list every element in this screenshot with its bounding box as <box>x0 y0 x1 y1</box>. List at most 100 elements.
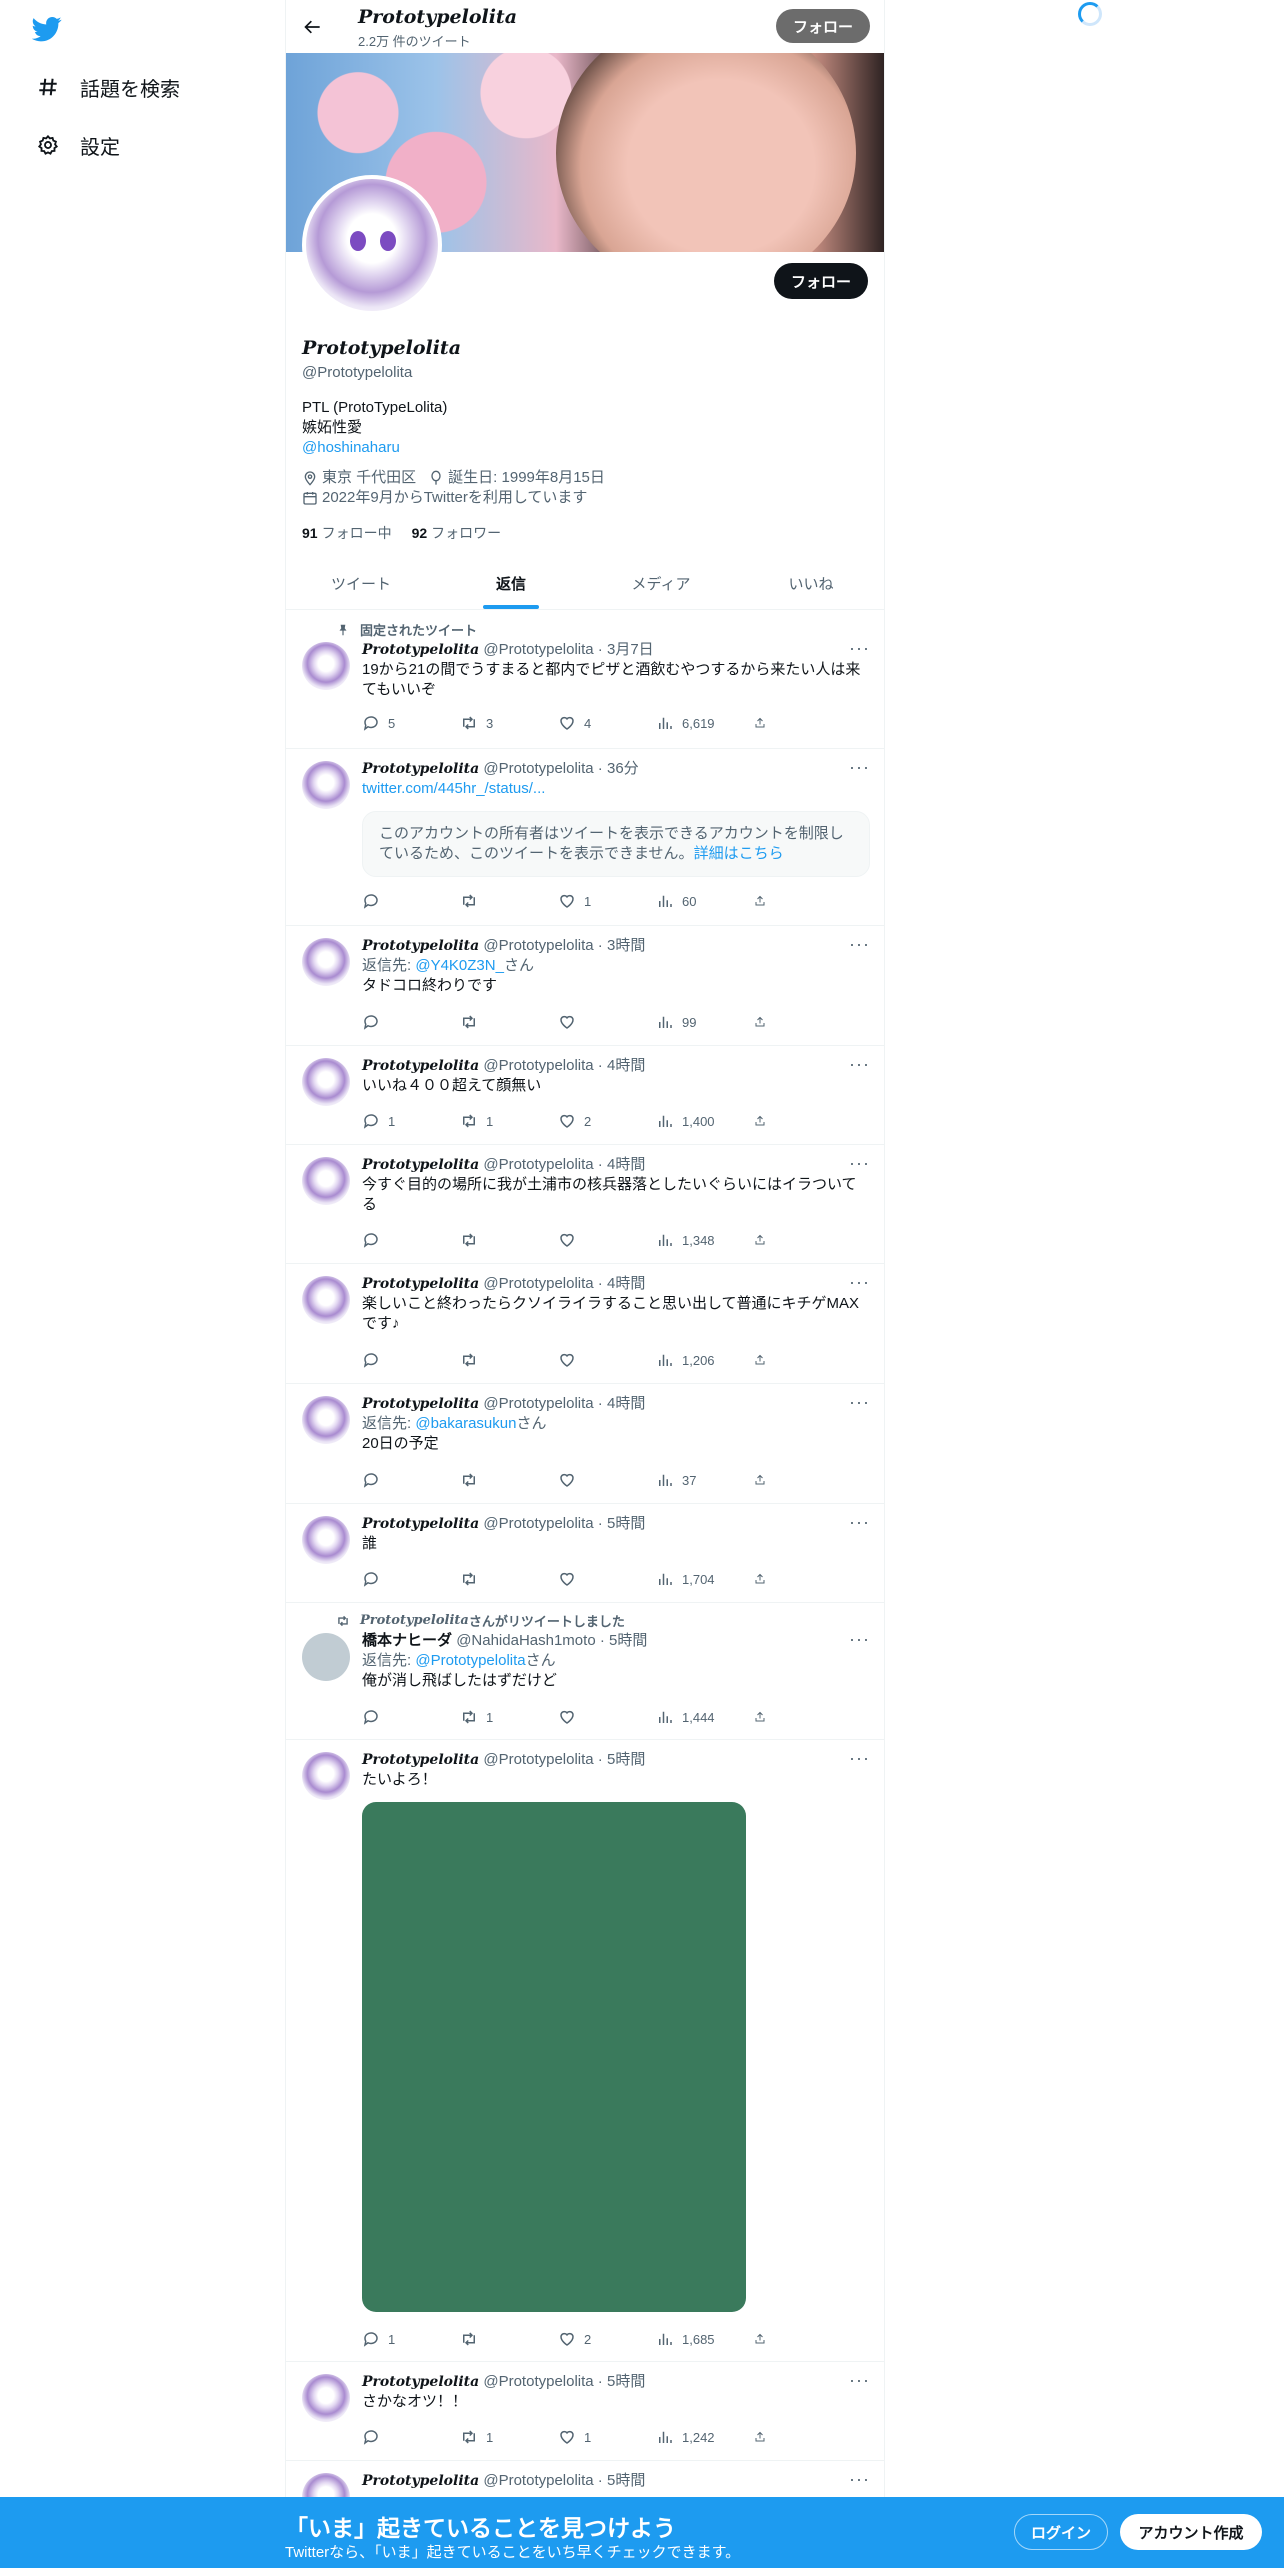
like-button[interactable] <box>558 1012 656 1032</box>
like-button[interactable] <box>558 1707 656 1727</box>
tweet-link[interactable]: twitter.com/445hr_/status/... <box>362 780 545 797</box>
tweet[interactable]: 固定されたツイート ··· Prototypelolita @Prototype… <box>286 610 884 749</box>
views-button[interactable]: 6,619 <box>656 713 754 733</box>
reply-to-link[interactable]: @bakarasukun <box>415 1415 516 1432</box>
retweet-button[interactable] <box>460 1470 558 1490</box>
tweet-handle[interactable]: @Prototypelolita <box>483 1275 593 1292</box>
tweet[interactable]: ··· Prototypelolita @Prototypelolita · 4… <box>286 1145 884 1264</box>
avatar[interactable] <box>302 1058 350 1106</box>
reply-button[interactable] <box>362 2427 460 2447</box>
avatar[interactable] <box>302 1752 350 1800</box>
reply-button[interactable] <box>362 1012 460 1032</box>
tweet[interactable]: ··· Prototypelolita @Prototypelolita · 3… <box>286 926 884 1046</box>
signup-button[interactable]: アカウント作成 <box>1120 2514 1262 2550</box>
like-button[interactable] <box>558 1569 656 1589</box>
tweet-author-name[interactable]: 橋本ナヒーダ <box>362 1632 452 1649</box>
reply-button[interactable] <box>362 1707 460 1727</box>
tweet-handle[interactable]: @Prototypelolita <box>483 2472 593 2489</box>
share-button[interactable] <box>754 1707 774 1727</box>
tweet-time[interactable]: 4時間 <box>607 1057 645 1074</box>
tweet-author-name[interactable]: Prototypelolita <box>362 761 479 777</box>
tweet-handle[interactable]: @Prototypelolita <box>483 1751 593 1768</box>
tweet[interactable]: ··· Prototypelolita @Prototypelolita · 5… <box>286 1740 884 2362</box>
views-button[interactable]: 1,348 <box>656 1230 754 1250</box>
tweet[interactable]: ··· Prototypelolita @Prototypelolita · 4… <box>286 1264 884 1384</box>
tweet-media-image[interactable] <box>362 1802 746 2312</box>
nav-settings[interactable]: 設定 <box>36 125 120 165</box>
tweet-author-name[interactable]: Prototypelolita <box>362 1396 479 1412</box>
tweet-time[interactable]: 4時間 <box>607 1395 645 1412</box>
tweet-time[interactable]: 36分 <box>607 760 639 777</box>
retweet-button[interactable] <box>460 891 558 911</box>
share-button[interactable] <box>754 1350 774 1370</box>
profile-avatar[interactable] <box>302 175 442 315</box>
avatar[interactable] <box>302 1516 350 1564</box>
reply-button[interactable] <box>362 891 460 911</box>
retweet-button[interactable]: 1 <box>460 1707 558 1727</box>
retweet-button[interactable] <box>460 1012 558 1032</box>
tweet[interactable]: ··· Prototypelolita @Prototypelolita · 5… <box>286 1504 884 1603</box>
tweet-time[interactable]: 3時間 <box>607 937 645 954</box>
tweet-handle[interactable]: @Prototypelolita <box>483 2373 593 2390</box>
retweet-button[interactable]: 3 <box>460 713 558 733</box>
tweet-handle[interactable]: @Prototypelolita <box>483 641 593 658</box>
login-button[interactable]: ログイン <box>1014 2514 1108 2550</box>
retweet-button[interactable]: 1 <box>460 1111 558 1131</box>
reply-button[interactable] <box>362 1230 460 1250</box>
header-follow-button[interactable]: フォロー <box>776 9 870 43</box>
share-button[interactable] <box>754 891 774 911</box>
bio-mention-link[interactable]: @hoshinaharu <box>302 439 400 456</box>
tweet-author-name[interactable]: Prototypelolita <box>362 1157 479 1173</box>
avatar[interactable] <box>302 1276 350 1324</box>
tweet[interactable]: ··· Prototypelolita @Prototypelolita · 4… <box>286 1384 884 1504</box>
share-button[interactable] <box>754 1470 774 1490</box>
tweet-author-name[interactable]: Prototypelolita <box>362 2374 479 2390</box>
tweet-author-name[interactable]: Prototypelolita <box>362 1752 479 1768</box>
views-button[interactable]: 1,444 <box>656 1707 754 1727</box>
views-button[interactable]: 1,242 <box>656 2427 754 2447</box>
like-button[interactable]: 2 <box>558 1111 656 1131</box>
retweet-button[interactable] <box>460 2329 558 2349</box>
tweet-handle[interactable]: @Prototypelolita <box>483 1515 593 1532</box>
views-button[interactable]: 37 <box>656 1470 754 1490</box>
like-button[interactable] <box>558 1230 656 1250</box>
avatar[interactable] <box>302 2374 350 2422</box>
tweet[interactable]: ··· Prototypelolita @Prototypelolita · 4… <box>286 1046 884 1145</box>
tweet-time[interactable]: 5時間 <box>607 2373 645 2390</box>
tweet-author-name[interactable]: Prototypelolita <box>362 938 479 954</box>
following-link[interactable]: 91 フォロー中 <box>302 523 392 543</box>
share-button[interactable] <box>754 1012 774 1032</box>
avatar[interactable] <box>302 938 350 986</box>
tab-likes[interactable]: いいね <box>736 557 884 609</box>
views-button[interactable]: 1,400 <box>656 1111 754 1131</box>
tweet-time[interactable]: 4時間 <box>607 1156 645 1173</box>
tweet-handle[interactable]: @Prototypelolita <box>483 1156 593 1173</box>
views-button[interactable]: 1,704 <box>656 1569 754 1589</box>
reply-button[interactable]: 1 <box>362 2329 460 2349</box>
tab-tweets[interactable]: ツイート <box>286 557 436 609</box>
reply-button[interactable] <box>362 1470 460 1490</box>
tweet-handle[interactable]: @NahidaHash1moto <box>456 1632 595 1649</box>
tweet-handle[interactable]: @Prototypelolita <box>483 1395 593 1412</box>
like-button[interactable]: 4 <box>558 713 656 733</box>
reply-to-link[interactable]: @Prototypelolita <box>415 1652 525 1669</box>
reply-to-link[interactable]: @Y4K0Z3N_ <box>415 957 504 974</box>
reply-button[interactable]: 5 <box>362 713 460 733</box>
avatar[interactable] <box>302 1633 350 1681</box>
retweet-button[interactable] <box>460 1569 558 1589</box>
retweet-button[interactable]: 1 <box>460 2427 558 2447</box>
share-button[interactable] <box>754 1569 774 1589</box>
followers-link[interactable]: 92 フォロワー <box>412 523 502 543</box>
tweet-time[interactable]: 5時間 <box>607 1515 645 1532</box>
tweet-handle[interactable]: @Prototypelolita <box>483 937 593 954</box>
tweet-author-name[interactable]: Prototypelolita <box>362 1276 479 1292</box>
tweet-time[interactable]: 5時間 <box>607 1751 645 1768</box>
views-button[interactable]: 99 <box>656 1012 754 1032</box>
twitter-logo-icon[interactable] <box>31 14 66 44</box>
like-button[interactable]: 1 <box>558 891 656 911</box>
reply-button[interactable] <box>362 1569 460 1589</box>
follow-button[interactable]: フォロー <box>774 263 868 299</box>
avatar[interactable] <box>302 1396 350 1444</box>
retweeter-name[interactable]: Prototypelolita <box>360 1613 469 1628</box>
nav-explore[interactable]: 話題を検索 <box>36 67 180 107</box>
